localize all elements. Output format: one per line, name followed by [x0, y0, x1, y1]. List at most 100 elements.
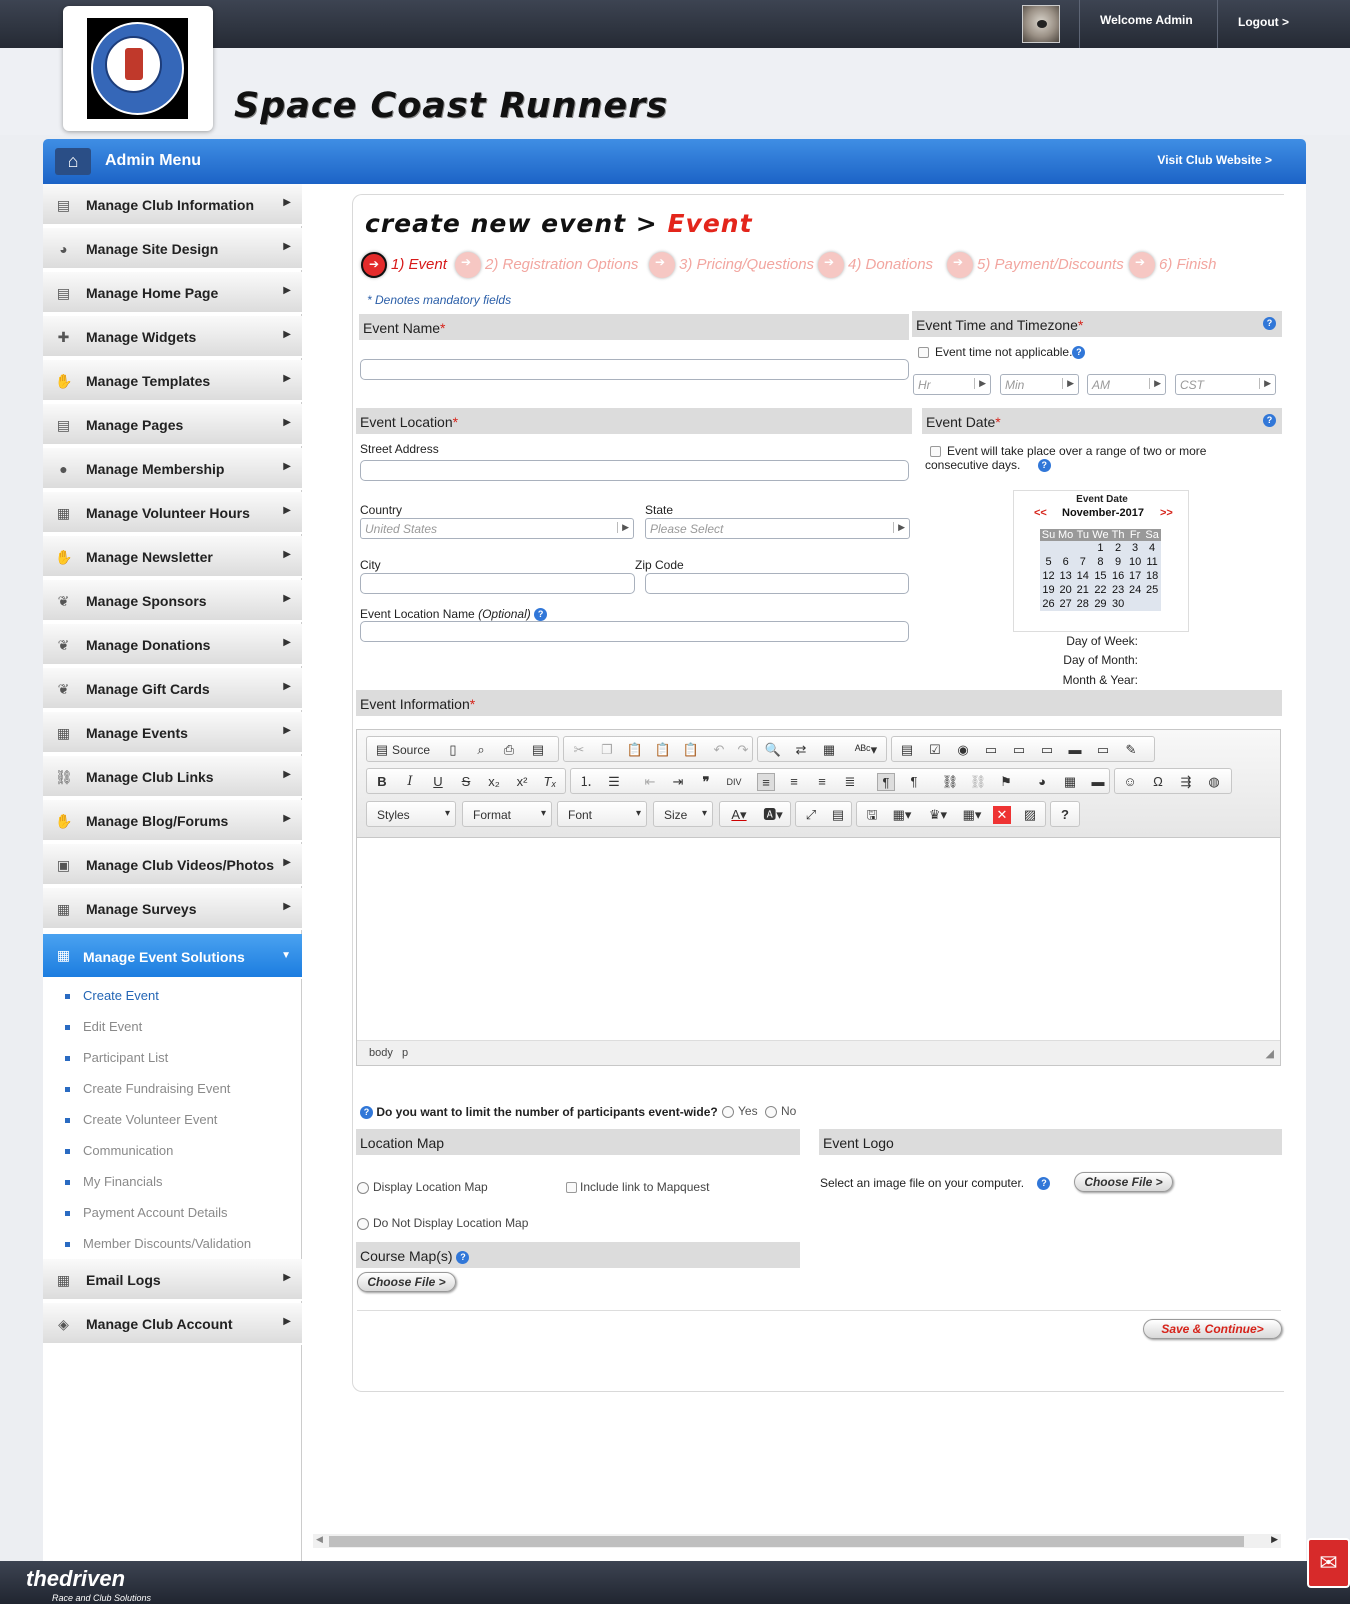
- step-payment-discounts[interactable]: 5) Payment/Discounts: [947, 252, 1124, 278]
- grid-icon[interactable]: ▦▾: [959, 806, 985, 824]
- calendar-day[interactable]: 24: [1127, 583, 1144, 597]
- scroll-left-icon[interactable]: ◀: [316, 1534, 323, 1545]
- zip-code-input[interactable]: [645, 573, 909, 594]
- calendar-day[interactable]: 30: [1110, 597, 1127, 611]
- submenu-my-financials[interactable]: My Financials: [64, 1174, 162, 1189]
- horizontal-rule-icon[interactable]: ▬: [1089, 773, 1107, 791]
- text-color-icon[interactable]: A▾: [726, 806, 752, 824]
- calendar-day[interactable]: 1: [1091, 541, 1109, 555]
- checkbox-icon[interactable]: ☑: [926, 741, 944, 759]
- calendar-day[interactable]: 23: [1110, 583, 1127, 597]
- timezone-select[interactable]: CST: [1175, 374, 1276, 395]
- calendar-day[interactable]: 27: [1057, 597, 1074, 611]
- image-button-icon[interactable]: ▭: [1094, 741, 1112, 759]
- admin-avatar[interactable]: [1022, 5, 1060, 43]
- ampm-select[interactable]: AM: [1087, 374, 1166, 395]
- calendar-day[interactable]: 17: [1127, 569, 1144, 583]
- display-map-option[interactable]: Display Location Map: [357, 1180, 488, 1194]
- calendar-day[interactable]: 4: [1144, 541, 1161, 555]
- step-finish[interactable]: 6) Finish: [1129, 252, 1217, 278]
- new-page-icon[interactable]: ▯: [444, 741, 462, 759]
- source-icon[interactable]: ▤: [373, 741, 391, 759]
- editor-content-area[interactable]: [357, 839, 1280, 1040]
- calendar-day[interactable]: [1144, 597, 1161, 611]
- step-donations[interactable]: 4) Donations: [818, 252, 933, 278]
- calendar-day[interactable]: 28: [1074, 597, 1091, 611]
- event-name-input[interactable]: [360, 359, 909, 380]
- select-all-icon[interactable]: ▦: [820, 741, 838, 759]
- redo-icon[interactable]: ↷: [734, 741, 752, 759]
- sidebar-item-club-information[interactable]: ▤ Manage Club Information ▶: [43, 184, 302, 226]
- limit-yes-option[interactable]: Yes: [722, 1104, 758, 1118]
- logout-link[interactable]: Logout >: [1238, 15, 1289, 29]
- event-time-na-checkbox[interactable]: [918, 347, 929, 359]
- sidebar-item-blog-forums[interactable]: ✋ Manage Blog/Forums ▶: [43, 800, 302, 842]
- sidebar-item-club-links[interactable]: ⛓ Manage Club Links ▶: [43, 756, 302, 798]
- calendar-day[interactable]: [1127, 597, 1144, 611]
- select-field-icon[interactable]: ▭: [1038, 741, 1056, 759]
- justify-icon[interactable]: ≣: [841, 773, 859, 791]
- sidebar-item-event-solutions[interactable]: ▦ Manage Event Solutions ▼: [43, 934, 302, 979]
- no-map-radio[interactable]: [357, 1217, 369, 1230]
- help-icon[interactable]: ?: [1072, 346, 1086, 360]
- sidebar-item-newsletter[interactable]: ✋ Manage Newsletter ▶: [43, 536, 302, 578]
- anchor-icon[interactable]: ⚑: [997, 773, 1015, 791]
- calendar-day[interactable]: 12: [1040, 569, 1057, 583]
- underline-icon[interactable]: U: [429, 773, 447, 791]
- font-dropdown[interactable]: Font: [557, 801, 647, 827]
- calendar-next-button[interactable]: >>: [1160, 507, 1173, 519]
- display-map-radio[interactable]: [357, 1181, 369, 1194]
- calendar-day[interactable]: 5: [1040, 555, 1057, 569]
- course-map-choose-file-button[interactable]: Choose File >: [357, 1272, 456, 1292]
- sidebar-item-pages[interactable]: ▤ Manage Pages ▶: [43, 404, 302, 446]
- rtl-icon[interactable]: ¶: [905, 773, 923, 791]
- smiley-icon[interactable]: ☺: [1121, 773, 1139, 791]
- scroll-right-icon[interactable]: ▶: [1271, 1534, 1278, 1545]
- mapquest-option[interactable]: Include link to Mapquest: [566, 1180, 709, 1194]
- submenu-participant-list[interactable]: Participant List: [64, 1050, 168, 1065]
- source-button[interactable]: Source: [392, 743, 430, 757]
- div-icon[interactable]: DIV: [725, 773, 743, 791]
- calendar-day[interactable]: [1040, 541, 1057, 555]
- submenu-edit-event[interactable]: Edit Event: [64, 1019, 142, 1034]
- calendar-day[interactable]: 15: [1091, 569, 1109, 583]
- calendar-day[interactable]: 9: [1110, 555, 1127, 569]
- format-dropdown[interactable]: Format: [462, 801, 552, 827]
- calendar-day[interactable]: 3: [1127, 541, 1144, 555]
- superscript-icon[interactable]: x²: [513, 773, 531, 791]
- no-map-option[interactable]: Do Not Display Location Map: [357, 1216, 528, 1230]
- state-select[interactable]: Please Select: [645, 518, 910, 539]
- minute-select[interactable]: Min: [1000, 374, 1079, 395]
- align-left-icon[interactable]: ≡: [757, 773, 775, 791]
- cut-icon[interactable]: ✂: [570, 741, 588, 759]
- paste-word-icon[interactable]: 📋: [682, 741, 700, 759]
- sidebar-item-home-page[interactable]: ▤ Manage Home Page ▶: [43, 272, 302, 314]
- find-icon[interactable]: 🔍: [764, 741, 782, 759]
- chat-icon[interactable]: ✉: [1307, 1538, 1350, 1588]
- submenu-create-fundraising-event[interactable]: Create Fundraising Event: [64, 1081, 230, 1096]
- paste-text-icon[interactable]: 📋: [654, 741, 672, 759]
- link-icon[interactable]: ⛓: [941, 773, 959, 791]
- align-right-icon[interactable]: ≡: [813, 773, 831, 791]
- no-radio[interactable]: [765, 1105, 777, 1118]
- italic-icon[interactable]: I: [401, 773, 419, 791]
- element-path-body[interactable]: body: [369, 1047, 393, 1059]
- submenu-create-volunteer-event[interactable]: Create Volunteer Event: [64, 1112, 217, 1127]
- calendar-day[interactable]: 19: [1040, 583, 1057, 597]
- paste-icon[interactable]: 📋: [626, 741, 644, 759]
- iframe-icon[interactable]: ◍: [1205, 773, 1223, 791]
- textarea-icon[interactable]: ▭: [1010, 741, 1028, 759]
- calendar-day[interactable]: 2: [1110, 541, 1127, 555]
- image-icon[interactable]: ▨: [1021, 806, 1039, 824]
- sidebar-item-videos-photos[interactable]: ▣ Manage Club Videos/Photos ▶: [43, 844, 302, 886]
- radio-icon[interactable]: ◉: [954, 741, 972, 759]
- preview-icon[interactable]: ⌕: [472, 741, 490, 759]
- step-event[interactable]: 1) Event: [361, 252, 447, 278]
- outdent-icon[interactable]: ⇤: [641, 773, 659, 791]
- table-menu-icon[interactable]: ▦▾: [889, 806, 915, 824]
- strike-icon[interactable]: S: [457, 773, 475, 791]
- event-time-na-option[interactable]: Event time not applicable.?: [918, 345, 1086, 360]
- unlink-icon[interactable]: ⛓: [969, 773, 987, 791]
- thedriven-logo[interactable]: thedriven: [26, 1566, 125, 1592]
- calendar-day[interactable]: 29: [1091, 597, 1109, 611]
